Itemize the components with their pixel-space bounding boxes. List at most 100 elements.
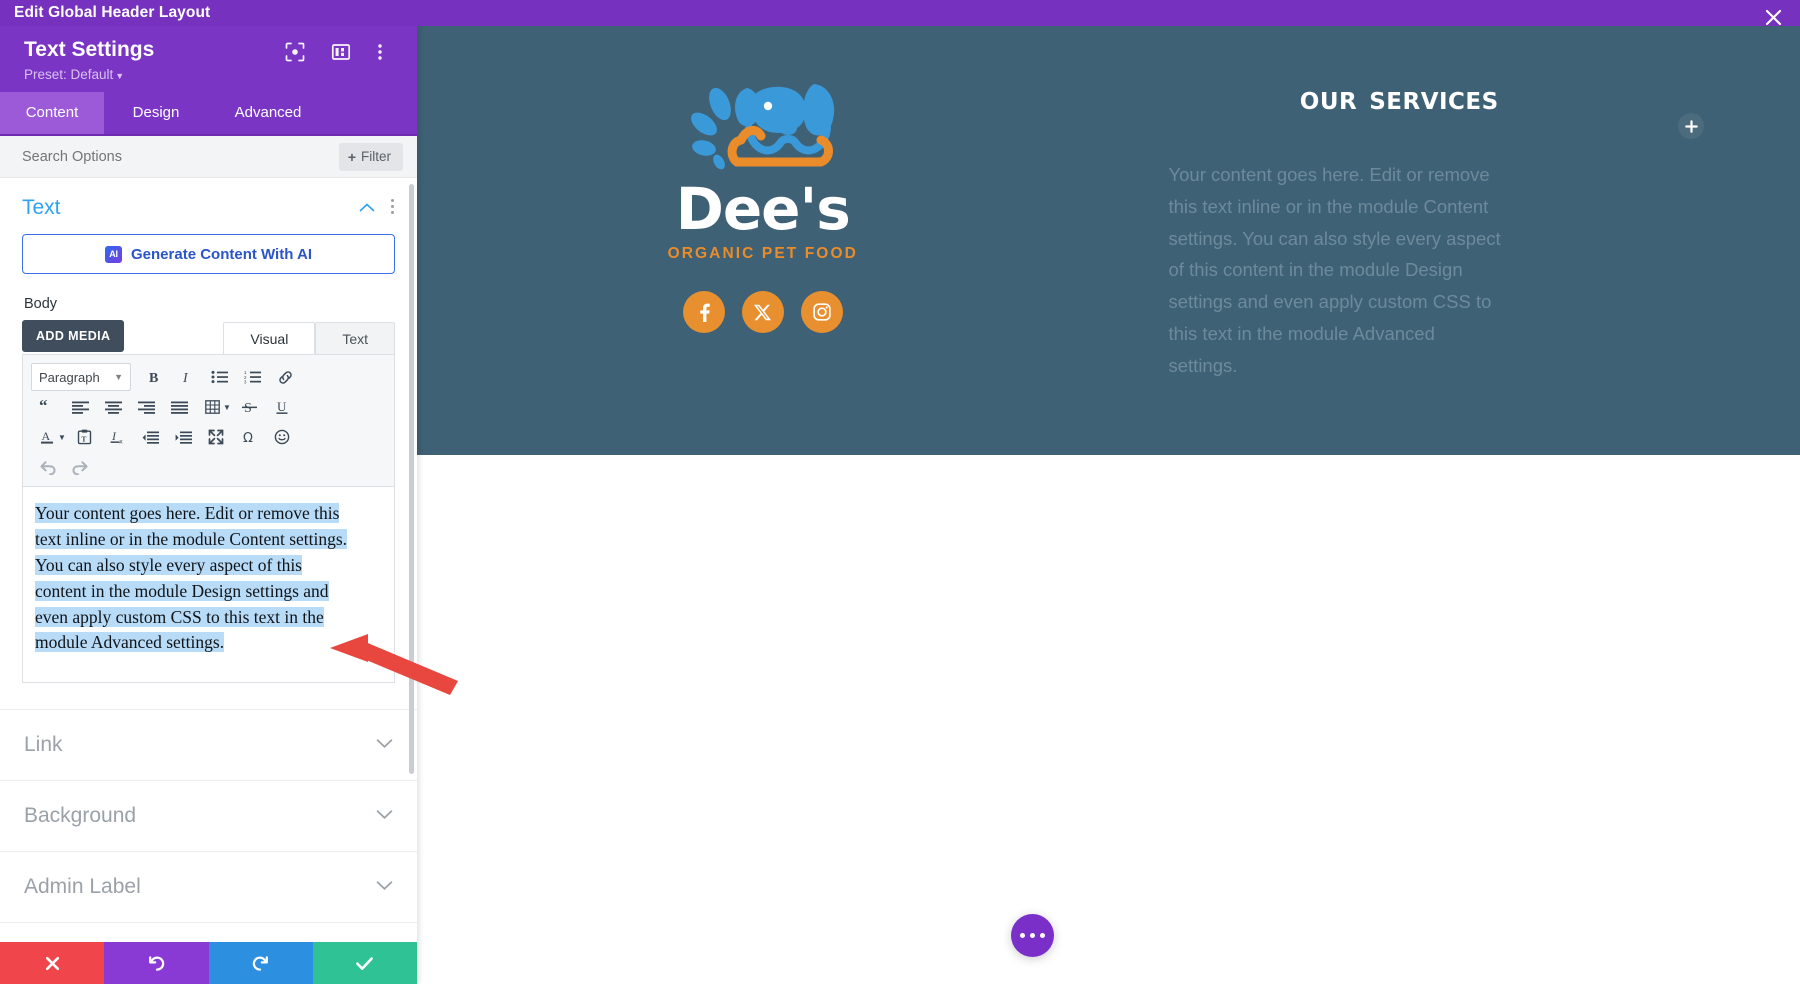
preset-label: Preset: Default [24, 67, 114, 82]
align-right-icon[interactable] [130, 392, 163, 422]
fullscreen-icon[interactable] [200, 422, 233, 452]
table-dropdown-caret-icon[interactable]: ▼ [223, 403, 231, 412]
page-settings-fab[interactable] [1011, 914, 1054, 957]
format-select[interactable]: Paragraph ▼ [31, 363, 131, 391]
services-body-text: Your content goes here. Edit or remove t… [1168, 164, 1501, 376]
editor-toolbar: Paragraph ▼ B I 1 2 3 “ ▼ U A ▼ T I x Ω [22, 354, 395, 487]
instagram-link[interactable] [800, 291, 843, 333]
ai-button-label: Generate Content With AI [131, 245, 312, 263]
module-settings-panel: Edit Global Header Layout Text Settings [0, 0, 417, 984]
header-hero-section: Dee's ORGANIC PET FOOD our services Your… [417, 0, 1800, 455]
italic-icon[interactable]: I [170, 362, 203, 392]
toolbar-row-2: “ ▼ U [31, 392, 386, 422]
logo-column: Dee's ORGANIC PET FOOD [417, 0, 1109, 455]
section-kebab-menu-icon[interactable] [391, 199, 395, 217]
chevron-up-icon[interactable] [359, 200, 375, 216]
social-links [682, 291, 843, 333]
accordion-background-label: Background [24, 804, 137, 828]
bold-icon[interactable]: B [137, 362, 170, 392]
services-column: Our Services Your content goes here. Edi… [1109, 0, 1800, 455]
align-justify-icon[interactable] [163, 392, 196, 422]
panel-footer [0, 942, 417, 984]
ellipsis-dot [1030, 933, 1035, 938]
svg-text:A: A [42, 429, 51, 443]
cancel-button[interactable] [0, 942, 105, 984]
search-options-input[interactable] [22, 148, 222, 165]
page-canvas: Dee's ORGANIC PET FOOD our services Your… [417, 0, 1800, 984]
svg-text:I: I [111, 429, 117, 443]
chevron-down-icon [376, 736, 393, 754]
x-twitter-link[interactable] [741, 291, 784, 333]
svg-text:3: 3 [244, 380, 247, 384]
align-left-icon[interactable] [64, 392, 97, 422]
body-field-label: Body [24, 296, 58, 312]
text-section-header[interactable]: Text [0, 178, 417, 234]
paste-as-text-icon[interactable]: T [68, 422, 101, 452]
filter-button[interactable]: + Filter [338, 142, 403, 171]
editor-body-text[interactable]: Your content goes here. Edit or remove t… [35, 501, 357, 656]
tab-advanced[interactable]: Advanced [208, 92, 328, 134]
chevron-down-icon: ▼ [114, 372, 123, 382]
facebook-link[interactable] [682, 291, 725, 333]
layout-title: Edit Global Header Layout [14, 4, 211, 21]
toolbar-row-1: Paragraph ▼ B I 1 2 3 [31, 362, 386, 392]
panel-scrollbar[interactable] [409, 184, 414, 774]
toolbar-row-3: A ▼ T I x Ω [31, 422, 386, 452]
undo-icon[interactable] [31, 452, 64, 482]
clear-formatting-icon[interactable]: I x [101, 422, 134, 452]
layout-columns-icon[interactable] [331, 42, 351, 62]
search-options-row: + Filter [0, 136, 417, 178]
close-window-button[interactable] [1760, 4, 1786, 30]
emoji-icon[interactable] [266, 422, 299, 452]
settings-accordion: Link Background Admin Label [0, 709, 417, 924]
add-module-button[interactable] [1678, 113, 1704, 139]
blockquote-icon[interactable]: “ [31, 392, 64, 422]
numbered-list-icon[interactable]: 1 2 3 [236, 362, 269, 392]
dog-logo-icon [671, 66, 855, 178]
module-title: Text Settings [24, 38, 155, 61]
filter-label: Filter [361, 149, 391, 164]
tab-design[interactable]: Design [104, 92, 208, 134]
indent-icon[interactable] [167, 422, 200, 452]
ellipsis-dot [1040, 933, 1045, 938]
logo-wordmark: Dee's [675, 175, 851, 243]
plus-icon: + [347, 148, 356, 165]
services-heading: Our Services [1299, 78, 1499, 117]
editor-content-area[interactable]: Your content goes here. Edit or remove t… [22, 487, 395, 684]
special-character-icon[interactable]: Ω [233, 422, 266, 452]
plus-icon [1684, 119, 1698, 133]
svg-text:T: T [81, 434, 86, 443]
redo-icon[interactable] [64, 452, 97, 482]
editor-tab-visual[interactable]: Visual [223, 322, 316, 354]
accordion-link[interactable]: Link [0, 709, 417, 780]
add-media-button[interactable]: ADD MEDIA [22, 320, 125, 352]
text-color-dropdown-caret-icon[interactable]: ▼ [58, 433, 66, 442]
preset-selector[interactable]: Preset: Default ▼ [24, 67, 401, 82]
align-center-icon[interactable] [97, 392, 130, 422]
settings-scroll-area[interactable]: Text AI Generate Content With AI Body AD… [0, 178, 417, 942]
bulleted-list-icon[interactable] [203, 362, 236, 392]
module-kebab-menu-icon[interactable] [377, 42, 397, 62]
editor-tab-text[interactable]: Text [315, 322, 395, 354]
svg-text:“: “ [39, 400, 48, 414]
facebook-icon [700, 303, 710, 322]
undo-button[interactable] [104, 942, 209, 984]
selected-text: Your content goes here. Edit or remove t… [35, 503, 348, 653]
accordion-admin-label-label: Admin Label [24, 875, 141, 899]
outdent-icon[interactable] [134, 422, 167, 452]
target-icon[interactable] [285, 42, 305, 62]
underline-icon[interactable]: U [266, 392, 299, 422]
redo-button[interactable] [208, 942, 313, 984]
save-button[interactable] [312, 942, 417, 984]
generate-content-with-ai-button[interactable]: AI Generate Content With AI [22, 234, 395, 274]
accordion-admin-label[interactable]: Admin Label [0, 851, 417, 924]
tab-content[interactable]: Content [0, 92, 104, 134]
check-icon [356, 956, 374, 970]
strikethrough-icon[interactable]: S [233, 392, 266, 422]
x-icon [45, 956, 59, 970]
settings-tabs: Content Design Advanced [0, 92, 417, 136]
accordion-background[interactable]: Background [0, 780, 417, 851]
redo-icon [252, 955, 269, 971]
link-icon[interactable] [269, 362, 302, 392]
svg-text:x: x [119, 439, 123, 445]
